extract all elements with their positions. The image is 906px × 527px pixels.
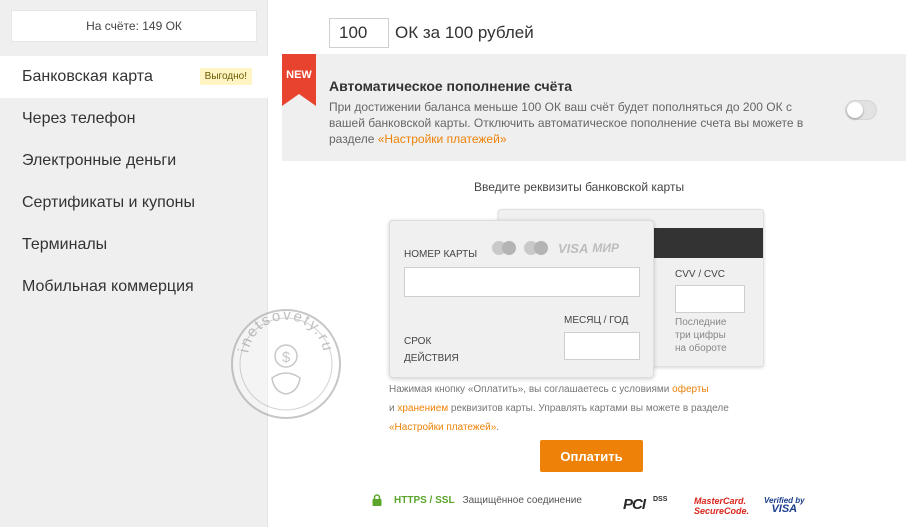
card-brand-logos: VISA МИР	[492, 238, 619, 258]
payment-methods-sidebar: На счёте: 149 ОК Банковская карта Выгодн…	[0, 0, 268, 527]
nav-item-label: Терминалы	[22, 236, 108, 253]
payment-settings-link[interactable]: «Настройки платежей»	[378, 132, 507, 146]
mastercard-icon	[492, 239, 520, 257]
auto-topup-panel: NEW Автоматическое пополнение счёта При …	[282, 54, 906, 161]
terms-part: реквизитов карты. Управлять картами вы м…	[448, 403, 729, 414]
payment-settings-link-terms[interactable]: «Настройки платежей»	[389, 422, 496, 433]
card-number-input[interactable]	[404, 267, 640, 297]
nav-item-certificates[interactable]: Сертификаты и купоны	[0, 182, 268, 224]
balance-display: На счёте: 149 ОК	[11, 10, 257, 42]
cvv-hint: Последние три цифры на обороте	[675, 316, 739, 355]
nav-item-label: Мобильная коммерция	[22, 278, 194, 295]
amount-row: ОК за 100 рублей	[329, 18, 534, 48]
mastercard-securecode-logo: MasterCard. SecureCode.	[694, 496, 749, 516]
nav-item-terminals[interactable]: Терминалы	[0, 224, 268, 266]
nav-item-phone[interactable]: Через телефон	[0, 98, 268, 140]
profitable-badge: Выгодно!	[199, 68, 252, 85]
vbv-line2: VISA	[771, 503, 798, 515]
storage-link[interactable]: хранением	[397, 403, 448, 414]
offer-link[interactable]: оферты	[672, 384, 708, 395]
mir-logo: МИР	[592, 241, 619, 255]
mc-line1: MasterCard.	[694, 496, 747, 506]
auto-topup-toggle[interactable]	[845, 100, 877, 120]
https-label: HTTPS / SSL	[394, 494, 455, 506]
secure-connection-text: Защищённое соединение	[462, 494, 582, 506]
verified-by-visa-logo: Verified by VISA	[764, 496, 805, 515]
visa-logo: VISA	[558, 240, 589, 256]
amount-input[interactable]	[329, 18, 389, 48]
security-info: HTTPS / SSL Защищённое соединение	[372, 494, 582, 506]
pay-button[interactable]: Оплатить	[540, 440, 643, 472]
payment-method-nav: Банковская карта Выгодно! Через телефон …	[0, 56, 268, 308]
lock-icon	[372, 494, 382, 506]
terms-part: Нажимая кнопку «Оплатить», вы соглашаете…	[389, 384, 673, 395]
new-ribbon-icon: NEW	[282, 54, 316, 106]
nav-item-label: Электронные деньги	[22, 152, 177, 169]
toggle-knob	[847, 102, 863, 118]
expiry-input[interactable]	[564, 332, 640, 360]
nav-item-e-money[interactable]: Электронные деньги	[0, 140, 268, 182]
cvv-input[interactable]	[675, 285, 745, 313]
nav-item-label: Через телефон	[22, 110, 136, 127]
terms-text: Нажимая кнопку «Оплатить», вы соглашаете…	[389, 380, 779, 437]
pci-text: PCI	[623, 496, 646, 513]
month-year-label: МЕСЯЦ / ГОД	[564, 315, 629, 326]
mc-line2: SecureCode.	[694, 506, 750, 516]
auto-topup-description: При достижении баланса меньше 100 ОК ваш…	[329, 99, 819, 147]
card-number-label: НОМЕР КАРТЫ	[404, 249, 478, 260]
pci-dss-text: DSS	[653, 496, 668, 503]
new-ribbon-text: NEW	[286, 69, 312, 81]
maestro-icon	[524, 239, 552, 257]
balance-text: На счёте: 149 ОК	[86, 19, 182, 33]
expiry-label: СРОК ДЕЙСТВИЯ	[404, 336, 459, 364]
pci-dss-logo: PCI DSS	[623, 494, 669, 516]
nav-item-label: Сертификаты и купоны	[22, 194, 195, 211]
amount-description: ОК за 100 рублей	[395, 23, 534, 42]
nav-item-mobile-commerce[interactable]: Мобильная коммерция	[0, 266, 268, 308]
cvv-label: CVV / CVC	[675, 269, 726, 280]
cvv-hint-text: Последние три цифры на обороте	[675, 317, 727, 354]
nav-item-label: Банковская карта	[22, 68, 153, 85]
card-front: НОМЕР КАРТЫ VISA МИР СРОК ДЕЙСТВИЯ МЕСЯЦ…	[389, 220, 654, 378]
terms-part: .	[496, 422, 500, 433]
watermark-stamp: inetsovety.ru $	[231, 308, 341, 419]
nav-item-bank-card[interactable]: Банковская карта Выгодно!	[0, 56, 268, 98]
card-form-title: Введите реквизиты банковской карты	[474, 180, 685, 194]
auto-topup-title: Автоматическое пополнение счёта	[329, 78, 573, 94]
svg-text:$: $	[282, 349, 291, 366]
